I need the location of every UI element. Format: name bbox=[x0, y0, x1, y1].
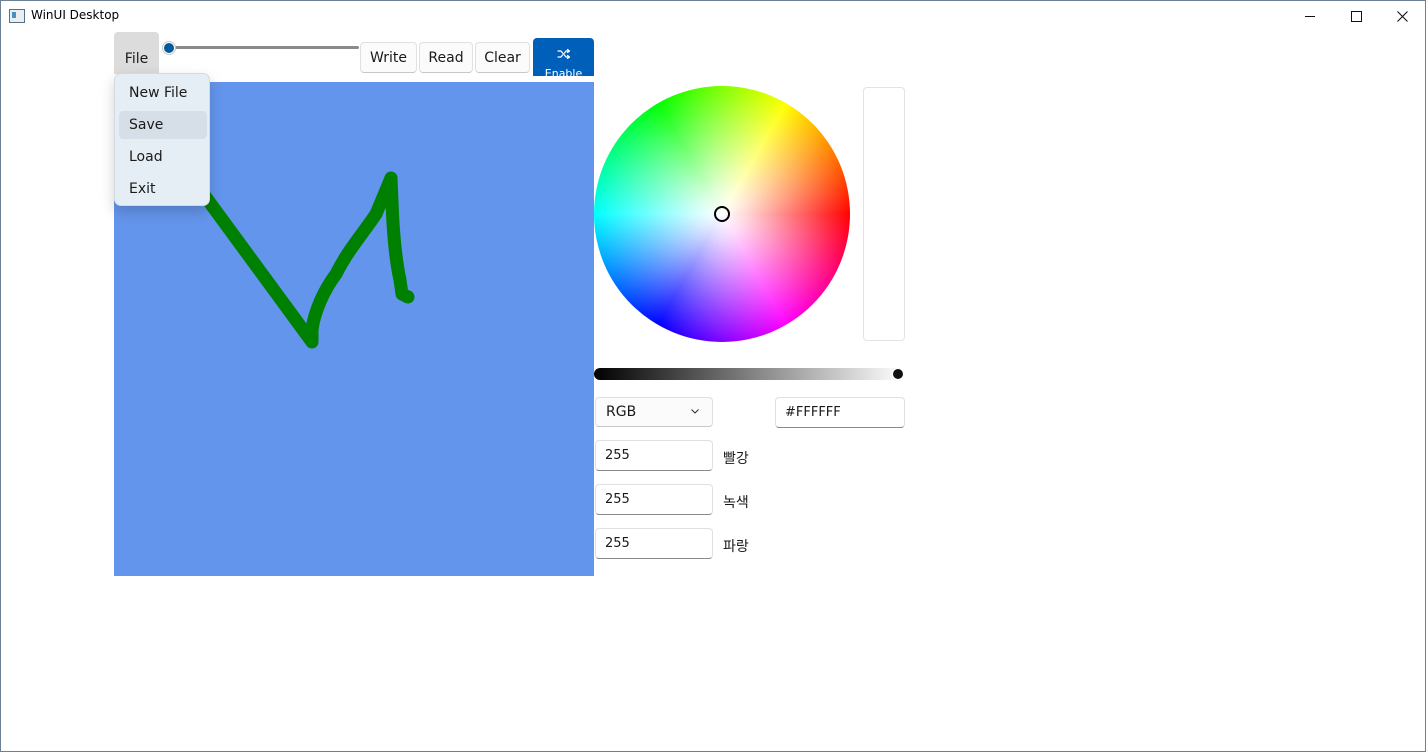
blue-channel-input[interactable] bbox=[595, 528, 713, 559]
enable-label: Enable bbox=[544, 67, 583, 76]
red-channel-label: 빨강 bbox=[723, 451, 749, 467]
maximize-icon bbox=[1350, 10, 1362, 22]
slider-track[interactable] bbox=[169, 46, 359, 49]
menu-item-load[interactable]: Load bbox=[119, 143, 207, 171]
menu-item-save[interactable]: Save bbox=[119, 111, 207, 139]
color-value-slider[interactable] bbox=[594, 368, 904, 380]
app-window: WinUI Desktop File New File Save Load Ex… bbox=[0, 0, 1426, 752]
enable-toggle-button[interactable]: Enable bbox=[533, 38, 594, 76]
green-channel-input[interactable] bbox=[595, 484, 713, 515]
color-mode-combobox[interactable]: RGB bbox=[595, 397, 713, 427]
slider-thumb[interactable] bbox=[163, 42, 175, 54]
minimize-button[interactable] bbox=[1287, 1, 1333, 31]
file-menu-flyout: New File Save Load Exit bbox=[114, 73, 210, 206]
minimize-icon bbox=[1305, 15, 1315, 17]
stroke-size-slider[interactable] bbox=[163, 41, 359, 55]
read-button[interactable]: Read bbox=[419, 42, 473, 73]
blue-channel-label: 파랑 bbox=[723, 539, 749, 555]
maximize-button[interactable] bbox=[1333, 1, 1379, 31]
window-title: WinUI Desktop bbox=[31, 8, 120, 22]
close-icon bbox=[1396, 10, 1408, 22]
close-button[interactable] bbox=[1379, 1, 1425, 31]
hex-color-input[interactable] bbox=[775, 397, 905, 428]
menu-item-new-file[interactable]: New File bbox=[119, 79, 207, 107]
value-slider-thumb[interactable] bbox=[892, 368, 904, 380]
menu-item-exit[interactable]: Exit bbox=[119, 175, 207, 203]
file-menu-button[interactable]: File bbox=[114, 32, 159, 74]
green-channel-label: 녹색 bbox=[723, 495, 749, 511]
color-mode-value: RGB bbox=[606, 404, 637, 420]
clear-button[interactable]: Clear bbox=[475, 42, 530, 73]
red-channel-input[interactable] bbox=[595, 440, 713, 471]
chevron-down-icon bbox=[691, 409, 699, 414]
title-bar[interactable]: WinUI Desktop bbox=[1, 1, 1425, 31]
color-selector-ring[interactable] bbox=[714, 206, 730, 222]
shuffle-icon bbox=[557, 48, 571, 60]
color-preview-swatch bbox=[863, 87, 905, 341]
app-icon bbox=[9, 9, 25, 23]
write-button[interactable]: Write bbox=[360, 42, 417, 73]
